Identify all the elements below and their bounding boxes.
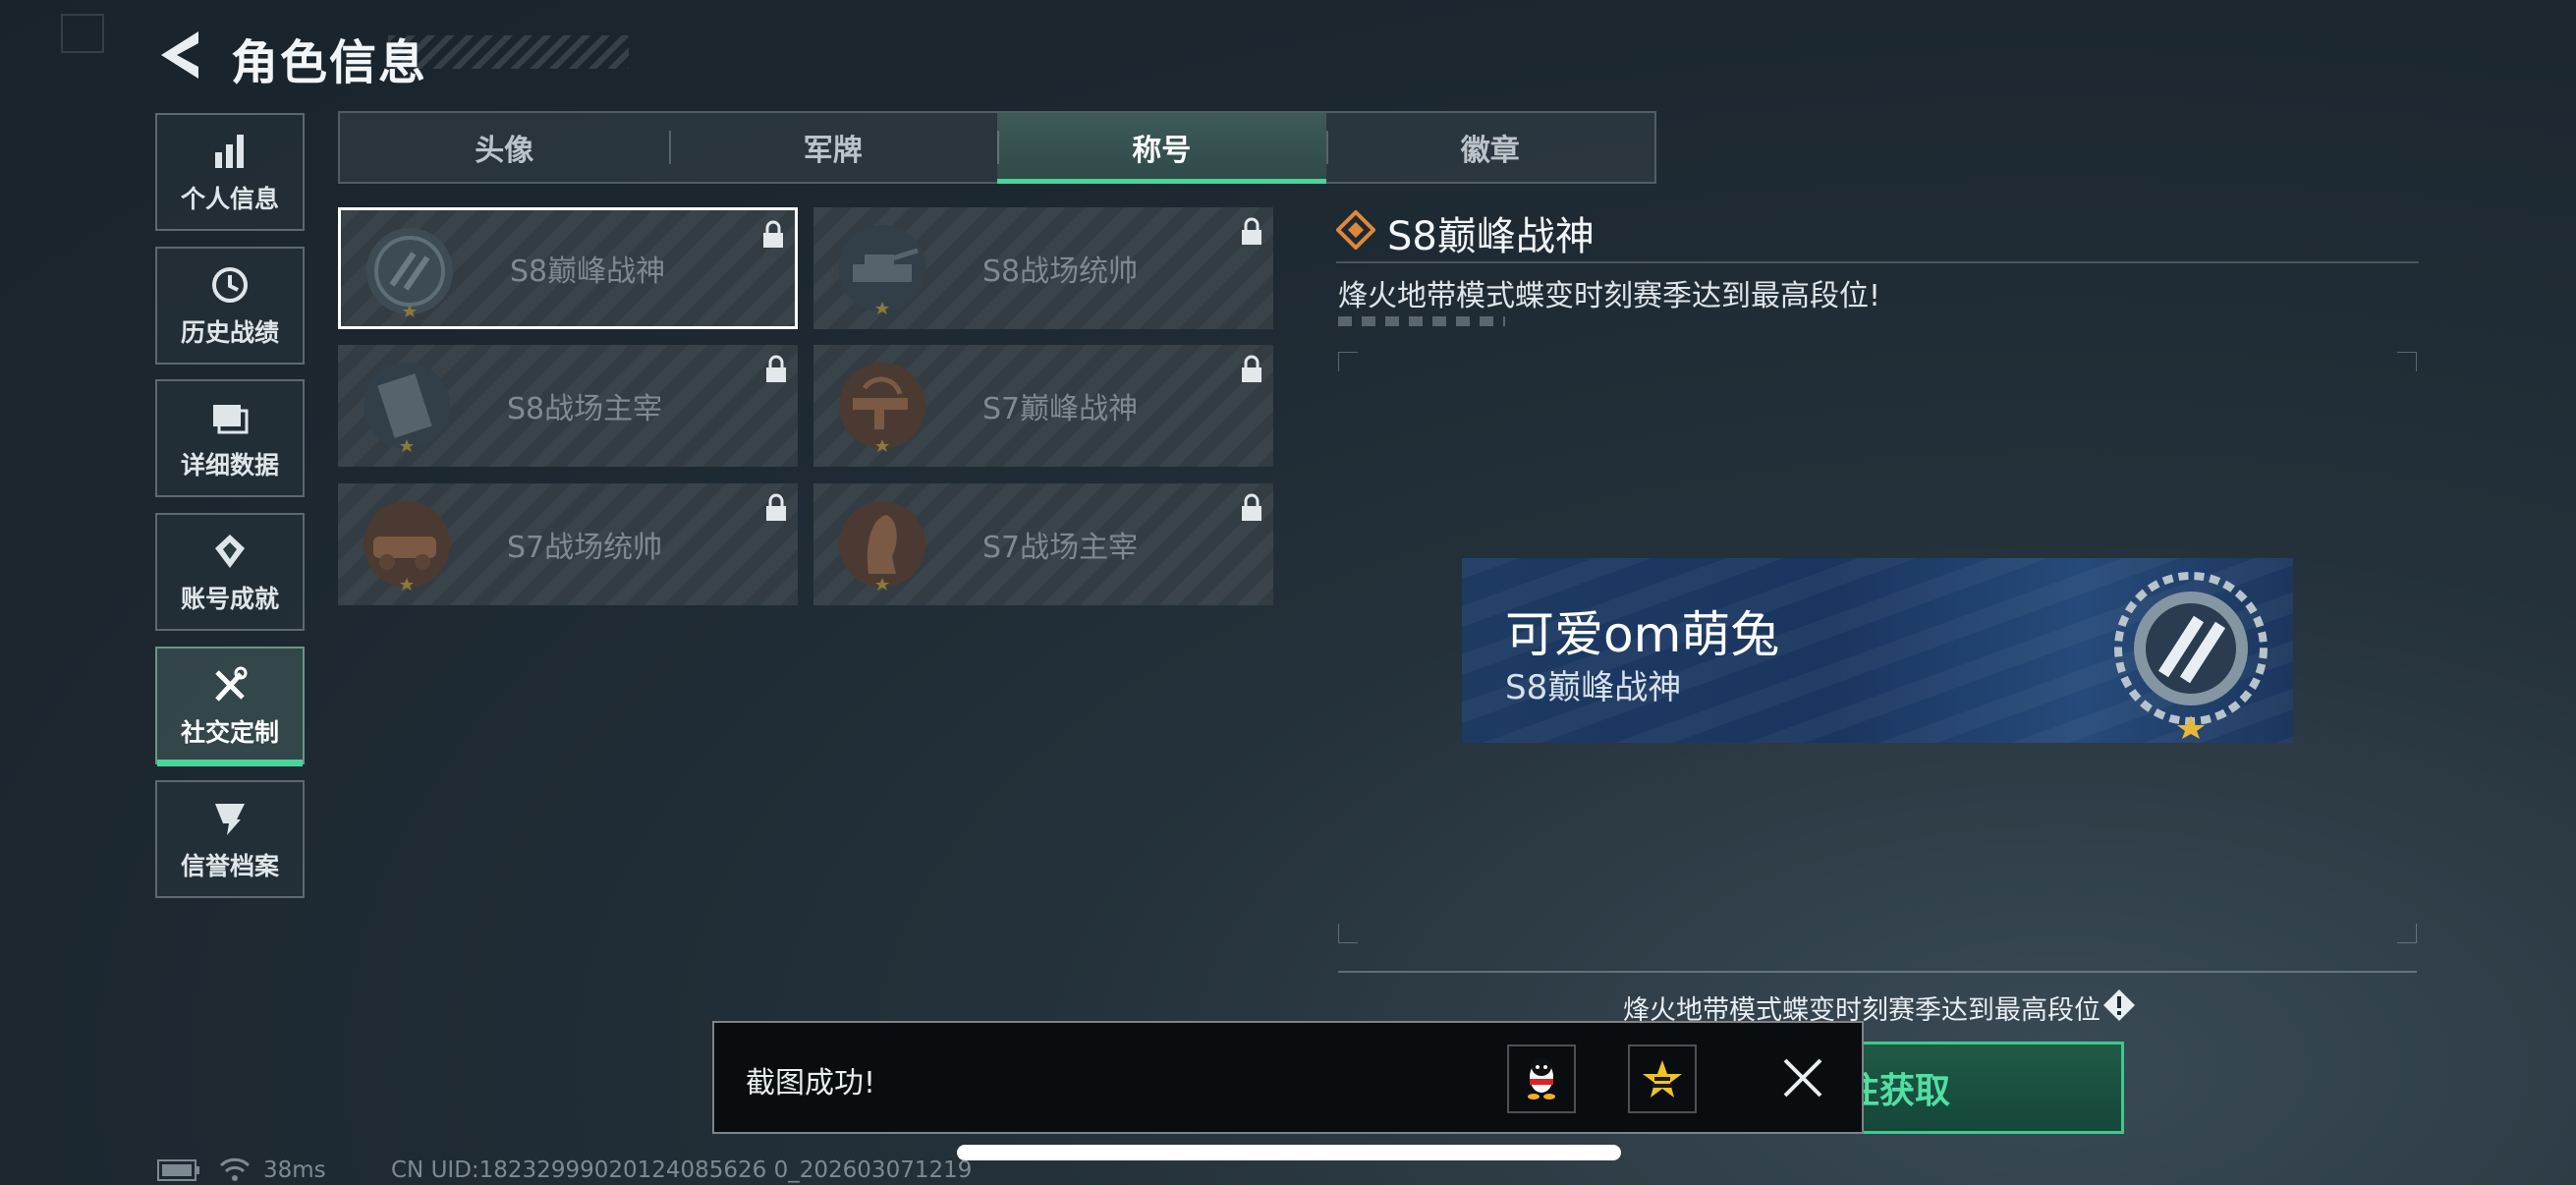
wifi-icon [219, 1157, 251, 1181]
screenshot-toast: 截图成功! [712, 1021, 1864, 1134]
detail-description: 烽火地带模式蝶变时刻赛季达到最高段位! [1338, 279, 1881, 313]
sidebar-item-profile[interactable]: 个人信息 [155, 113, 305, 231]
sidebar-item-credit[interactable]: 信誉档案 [155, 780, 305, 898]
bar-chart-icon [215, 135, 244, 168]
share-qzone-button[interactable] [1628, 1044, 1697, 1113]
emblem-icon [366, 228, 453, 317]
title-card[interactable]: S8战场统帅 [813, 207, 1273, 329]
credit-shield-icon [215, 804, 245, 835]
title-name: S7战场主宰 [982, 531, 1139, 565]
title-preview-card: 可爱om萌兔 S8巅峰战神 [1462, 558, 2293, 743]
qzone-star-icon [1643, 1060, 1682, 1098]
soldier-emblem-icon [839, 501, 925, 591]
divider [1338, 971, 2417, 973]
tools-icon [215, 666, 248, 702]
home-indicator[interactable] [957, 1145, 1621, 1160]
battery-icon [157, 1159, 199, 1181]
sidebar-item-label: 历史战绩 [180, 318, 279, 347]
vehicle-emblem-icon [364, 501, 450, 591]
building-emblem-icon [364, 363, 450, 452]
back-button[interactable] [155, 28, 204, 83]
tank-emblem-icon [839, 225, 925, 314]
sidebar-item-social[interactable]: 社交定制 [155, 647, 305, 766]
preview-title: S8巅峰战神 [1505, 668, 1682, 707]
title-name: S8战场主宰 [507, 392, 663, 426]
tab-bar: 头像 军牌 称号 徽章 [338, 111, 1656, 184]
sidebar-item-label: 详细数据 [180, 451, 279, 480]
lock-icon [1242, 217, 1261, 245]
lock-icon [766, 355, 786, 382]
sidebar-item-label: 个人信息 [180, 185, 279, 213]
title-card[interactable]: S7巅峰战神 [813, 345, 1273, 467]
toast-message: 截图成功! [746, 1066, 876, 1100]
title-name: S8巅峰战神 [510, 254, 666, 289]
title-card[interactable]: S7战场主宰 [813, 483, 1273, 605]
ping-readout: 38ms [263, 1157, 326, 1183]
title-card[interactable]: S8战场主宰 [338, 345, 798, 467]
detail-title: S8巅峰战神 [1387, 214, 1595, 259]
gun-emblem-icon [839, 363, 925, 452]
achievement-icon [215, 535, 245, 568]
user-uid: CN UID:18232999020124085626 0_2026030712… [391, 1157, 973, 1183]
lock-icon [766, 493, 786, 521]
sidebar-item-history[interactable]: 历史战绩 [155, 247, 305, 365]
title-name: S7战场统帅 [507, 531, 663, 565]
history-clock-icon [212, 267, 248, 303]
title-card[interactable]: S8巅峰战神 [338, 207, 798, 329]
detail-subtext [1338, 316, 1505, 326]
back-arrow-icon [161, 31, 198, 79]
sidebar-item-label: 账号成就 [180, 585, 279, 613]
tab-titles[interactable]: 称号 [997, 113, 1326, 184]
corner-decoration [61, 14, 104, 53]
folder-icon [213, 405, 249, 434]
divider [1336, 261, 2419, 263]
tab-military-tag[interactable]: 军牌 [668, 113, 998, 182]
title-card[interactable]: S7战场统帅 [338, 483, 798, 605]
sidebar-item-achievements[interactable]: 账号成就 [155, 513, 305, 631]
title-name: S8战场统帅 [982, 254, 1139, 289]
sidebar-item-label: 社交定制 [180, 718, 279, 747]
title-decoration [388, 35, 629, 69]
close-icon[interactable] [1775, 1050, 1830, 1105]
emblem-icon [2114, 572, 2268, 739]
share-qq-button[interactable] [1507, 1044, 1576, 1113]
lock-icon [1242, 355, 1261, 382]
sidebar-item-details[interactable]: 详细数据 [155, 379, 305, 497]
preview-player-name: 可爱om萌兔 [1505, 606, 1780, 663]
tab-avatar[interactable]: 头像 [340, 113, 669, 182]
info-warning-icon[interactable] [2102, 988, 2136, 1022]
lock-icon [763, 220, 783, 248]
tab-badges[interactable]: 徽章 [1325, 113, 1655, 182]
title-name: S7巅峰战神 [982, 392, 1139, 426]
qq-penguin-icon [1528, 1058, 1555, 1100]
lock-icon [1242, 493, 1261, 521]
sidebar-item-label: 信誉档案 [180, 852, 279, 880]
title-diamond-icon [1336, 210, 1375, 250]
